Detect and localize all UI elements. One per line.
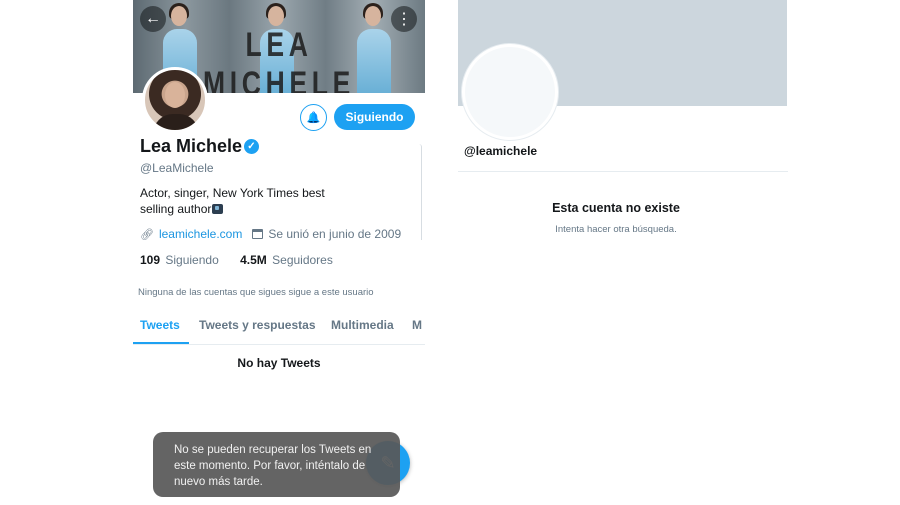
back-arrow-icon[interactable]: ← — [140, 6, 166, 32]
bio-line: selling author — [140, 202, 212, 216]
toast-line: No se pueden recuperar los Tweets en — [174, 444, 372, 456]
verified-badge-icon: ✓ — [244, 139, 259, 154]
avatar[interactable] — [142, 67, 208, 133]
following-stat[interactable]: 109 Siguiendo — [140, 253, 219, 267]
website-link[interactable]: leamichele.com — [159, 227, 242, 241]
link-icon: 🔗︎ — [140, 228, 154, 241]
profile-handle: @leamichele — [464, 144, 538, 158]
book-emoji-icon — [212, 204, 224, 214]
followers-count: 4.5M — [240, 253, 267, 267]
notification-bell-icon[interactable]: 🔔 — [300, 104, 327, 131]
followers-stat[interactable]: 4.5M Seguidores — [222, 253, 333, 267]
account-not-found-title: Esta cuenta no existe — [552, 201, 680, 215]
profile-meta-row: 🔗︎ leamichele.com Se unió en junio de 20… — [140, 227, 401, 241]
tab-likes[interactable]: M — [412, 318, 422, 332]
profile-bio: Actor, singer, New York Times best selli… — [140, 185, 390, 217]
divider — [458, 171, 788, 172]
tab-tweets[interactable]: Tweets — [140, 318, 180, 332]
display-name: Lea Michele — [140, 136, 243, 156]
error-toast: No se pueden recuperar los Tweets en est… — [153, 432, 400, 497]
calendar-icon — [252, 229, 264, 239]
followers-label: Seguidores — [272, 253, 333, 267]
tab-tweets-and-replies[interactable]: Tweets y respuestas — [199, 318, 316, 332]
following-count: 109 — [140, 253, 161, 267]
tab-media[interactable]: Multimedia — [331, 318, 394, 332]
empty-state-message: No hay Tweets — [237, 356, 321, 370]
bio-line: Actor, singer, New York Times best — [140, 186, 325, 200]
following-button[interactable]: Siguiendo — [334, 104, 415, 130]
account-not-found-subtitle: Intenta hacer otra búsqueda. — [555, 224, 677, 235]
bio-line-with-emoji: selling author — [140, 201, 390, 217]
followers-you-know-note: Ninguna de las cuentas que sigues sigue … — [138, 287, 374, 298]
bell-glyph: 🔔 — [306, 112, 321, 124]
profile-tabs: Tweets Tweets y respuestas Multimedia M — [133, 312, 425, 345]
profile-handle: @LeaMichele — [140, 161, 214, 175]
active-tab-indicator — [133, 342, 189, 344]
profile-screen-left: LEA MICHELE ← ⋮ 🔔 Siguiendo Lea Michele … — [133, 0, 425, 505]
toast-line: este momento. Por favor, inténtalo de — [174, 460, 366, 472]
empty-avatar — [462, 44, 558, 140]
toast-line: nuevo más tarde. — [174, 476, 263, 488]
panel-edge — [419, 144, 422, 240]
follow-stats: 109 Siguiendo 4.5M Seguidores — [140, 253, 333, 267]
profile-screen-right: @leamichele Esta cuenta no existe Intent… — [458, 0, 788, 505]
following-label: Siguiendo — [165, 253, 219, 267]
more-icon[interactable]: ⋮ — [391, 6, 417, 32]
joined-date: Se unió en junio de 2009 — [268, 227, 402, 241]
